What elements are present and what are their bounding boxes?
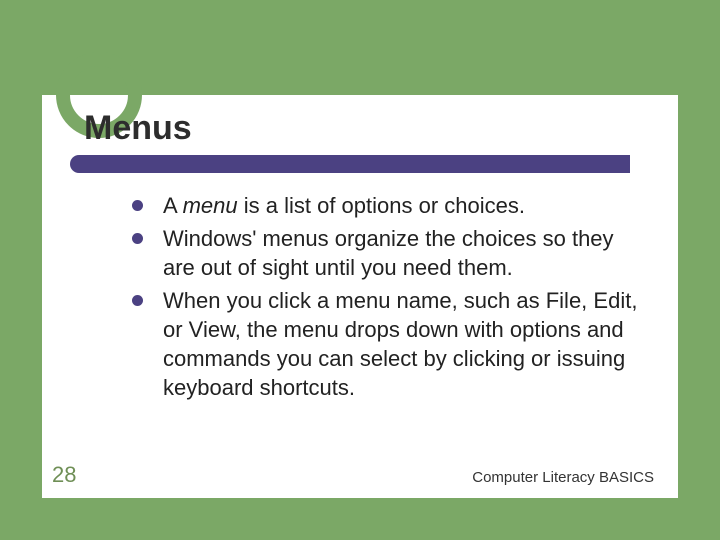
- list-item: When you click a menu name, such as File…: [132, 286, 642, 402]
- bullet-dot-icon: [132, 233, 143, 244]
- bullet-text-rest: is a list of options or choices.: [238, 193, 525, 218]
- bullet-list: A menu is a list of options or choices. …: [132, 191, 642, 406]
- bullet-text: When you click a menu name, such as File…: [163, 286, 642, 402]
- page-number: 28: [52, 462, 76, 488]
- bullet-text-em: menu: [183, 193, 238, 218]
- bullet-text: A menu is a list of options or choices.: [163, 191, 525, 220]
- list-item: Windows' menus organize the choices so t…: [132, 224, 642, 282]
- slide-card: Menus A menu is a list of options or cho…: [42, 95, 678, 498]
- bullet-text-prefix: A: [163, 193, 183, 218]
- footer-text: Computer Literacy BASICS: [472, 469, 654, 486]
- title-underline: [70, 155, 630, 173]
- bullet-dot-icon: [132, 200, 143, 211]
- bullet-dot-icon: [132, 295, 143, 306]
- list-item: A menu is a list of options or choices.: [132, 191, 642, 220]
- slide-title: Menus: [84, 109, 192, 148]
- bullet-text: Windows' menus organize the choices so t…: [163, 224, 642, 282]
